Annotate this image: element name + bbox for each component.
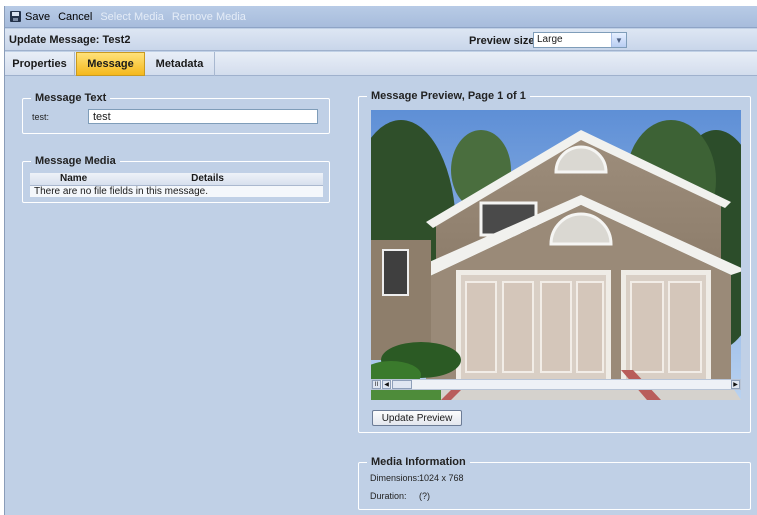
page-title: Update Message: Test2 [9, 34, 131, 46]
dimensions-value: 1024 x 768 [419, 473, 464, 483]
pause-icon[interactable]: II [372, 380, 381, 389]
test-field-label: test: [32, 112, 50, 122]
cancel-label: Cancel [58, 10, 93, 23]
media-information-panel: Media Information Dimensions: 1024 x 768… [358, 456, 751, 510]
column-header-name: Name [30, 173, 192, 186]
save-label: Save [25, 10, 51, 23]
message-media-legend: Message Media [31, 155, 120, 167]
media-table-grid: Name Details There are no file fields in… [30, 173, 323, 197]
tab-metadata[interactable]: Metadata [145, 52, 215, 76]
app-window: Save Cancel Select Media Remove Media Up… [4, 6, 757, 515]
tab-bar: Properties Message Metadata [5, 52, 757, 76]
preview-size-value: Large [537, 34, 563, 45]
update-preview-button[interactable]: Update Preview [372, 410, 462, 426]
preview-image [371, 110, 741, 400]
select-media-label: Select Media [100, 10, 164, 23]
remove-media-label: Remove Media [171, 10, 246, 23]
cancel-button[interactable]: Cancel [58, 11, 92, 23]
duration-value: (?) [419, 491, 430, 501]
media-information-legend: Media Information [367, 456, 470, 468]
save-button[interactable]: Save [10, 11, 50, 23]
tab-message[interactable]: Message [76, 52, 145, 76]
message-preview-legend: Message Preview, Page 1 of 1 [367, 90, 530, 102]
title-bar: Update Message: Test2 Preview size: Larg… [5, 29, 757, 51]
preview-horizontal-scrollbar[interactable]: II ◀ ▶ [371, 379, 741, 390]
house-photo [371, 110, 741, 400]
dimensions-label: Dimensions: [370, 473, 420, 483]
duration-label: Duration: [370, 491, 407, 501]
select-media-button: Select Media [100, 11, 164, 23]
test-field-input[interactable]: test [88, 109, 318, 124]
scroll-right-arrow-icon[interactable]: ▶ [731, 380, 740, 389]
table-row: There are no file fields in this message… [30, 185, 323, 197]
chevron-down-icon[interactable]: ▼ [611, 33, 626, 47]
preview-size-select[interactable]: Large ▼ [533, 32, 627, 48]
scrollbar-thumb[interactable] [392, 380, 412, 389]
message-media-panel: Message Media Name Details There are no … [22, 155, 330, 203]
preview-size-label: Preview size: [469, 35, 539, 47]
tab-properties[interactable]: Properties [5, 52, 75, 76]
message-text-legend: Message Text [31, 92, 111, 104]
scroll-left-arrow-icon[interactable]: ◀ [382, 380, 391, 389]
media-table: Name Details There are no file fields in… [30, 173, 323, 197]
table-header-row: Name Details [30, 173, 323, 186]
toolbar: Save Cancel Select Media Remove Media [5, 6, 757, 28]
message-text-panel: Message Text test: test [22, 92, 330, 134]
empty-table-message: There are no file fields in this message… [30, 185, 323, 197]
remove-media-button: Remove Media [172, 11, 246, 23]
message-preview-panel: Message Preview, Page 1 of 1 II ◀ ▶ Upda… [358, 90, 751, 433]
floppy-disk-icon [10, 11, 21, 22]
column-header-details: Details [191, 173, 323, 186]
